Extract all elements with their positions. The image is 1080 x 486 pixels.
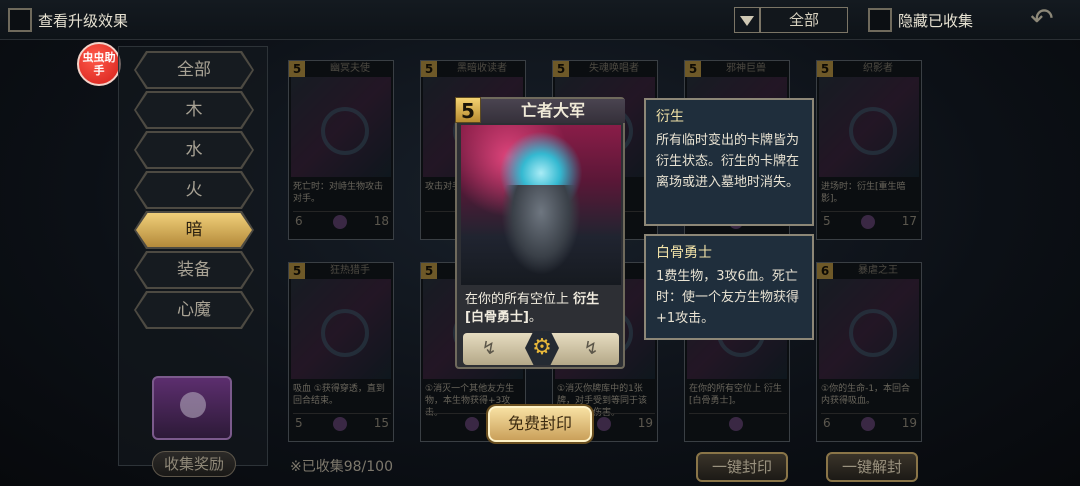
tooltip-title: 衍生 <box>656 109 684 125</box>
back-arrow-icon[interactable]: ↶ <box>1020 4 1064 36</box>
card-cost: 5 <box>455 97 481 123</box>
category-tab[interactable]: 水 <box>136 133 252 167</box>
lightning-icon: ↯ <box>583 338 599 359</box>
category-tab[interactable]: 木 <box>136 93 252 127</box>
category-tab[interactable]: 全部 <box>136 53 252 87</box>
card-text: 在你的所有空位上 衍生 [白骨勇士]。 <box>465 292 600 325</box>
collected-count: ※已收集98/100 <box>290 459 393 475</box>
unseal-all-button[interactable]: 一键解封 <box>826 452 918 482</box>
seal-all-button[interactable]: 一键封印 <box>696 452 788 482</box>
category-tab[interactable]: 暗 <box>136 213 252 247</box>
tooltip-bone-warrior: 白骨勇士 1费生物，3攻6血。死亡时：使一个友方生物获得+1攻击。 <box>644 234 814 340</box>
card-upgrade-bar: ↯ ⚙ ↯ <box>463 331 619 365</box>
featured-card: 5 亡者大军 在你的所有空位上 衍生 [白骨勇士]。 ↯ ⚙ ↯ <box>455 97 625 369</box>
tooltip-body: 所有临时变出的卡牌皆为衍生状态。衍生的卡牌在离场或进入墓地时消失。 <box>656 133 800 190</box>
category-tab[interactable]: 火 <box>136 173 252 207</box>
collection-card[interactable]: 6 暴虐之王 ①你的生命-1，本回合内获得吸血。 6 19 <box>816 262 922 442</box>
card-dim-overlay <box>289 263 393 441</box>
keyword-derive: 衍生 <box>573 292 600 307</box>
hide-collected-checkbox[interactable] <box>868 8 892 32</box>
category-tab[interactable]: 装备 <box>136 253 252 287</box>
upgrade-effect-checkbox[interactable] <box>8 8 32 32</box>
card-dim-overlay <box>289 61 393 239</box>
upgrade-effect-label: 查看升级效果 <box>38 12 129 30</box>
card-dim-overlay <box>817 61 921 239</box>
collect-reward-button[interactable]: 收集奖励 <box>152 451 236 477</box>
card-artwork <box>461 125 621 285</box>
filter-dropdown-toggle[interactable] <box>734 7 760 33</box>
category-tab[interactable]: 心魔 <box>136 293 252 327</box>
lightning-icon: ↯ <box>481 338 497 359</box>
collection-card[interactable]: 5 织影者 进场时：衍生[重生暗影]。 5 17 <box>816 60 922 240</box>
card-dim-overlay <box>817 263 921 441</box>
helper-badge[interactable]: 虫虫助手 <box>77 42 121 86</box>
collection-card[interactable]: 5 狂热猎手 吸血 ①获得穿透，直到回合结束。 5 15 <box>288 262 394 442</box>
tooltip-title: 白骨勇士 <box>656 245 712 261</box>
card-title: 亡者大军 <box>481 99 625 123</box>
free-seal-button[interactable]: 免费封印 <box>488 406 592 442</box>
filter-dropdown[interactable]: 全部 <box>760 7 848 33</box>
reward-chest-icon[interactable] <box>152 376 232 440</box>
keyword-bone-warrior: [白骨勇士] <box>465 310 529 325</box>
tooltip-derive: 衍生 所有临时变出的卡牌皆为衍生状态。衍生的卡牌在离场或进入墓地时消失。 <box>644 98 814 226</box>
hide-collected-label: 隐藏已收集 <box>898 12 974 30</box>
collection-card[interactable]: 5 幽冥夫使 死亡时：对峙生物攻击对手。 6 18 <box>288 60 394 240</box>
tooltip-body: 1费生物，3攻6血。死亡时：使一个友方生物获得+1攻击。 <box>656 269 800 326</box>
gear-icon: ⚙ <box>525 331 559 365</box>
